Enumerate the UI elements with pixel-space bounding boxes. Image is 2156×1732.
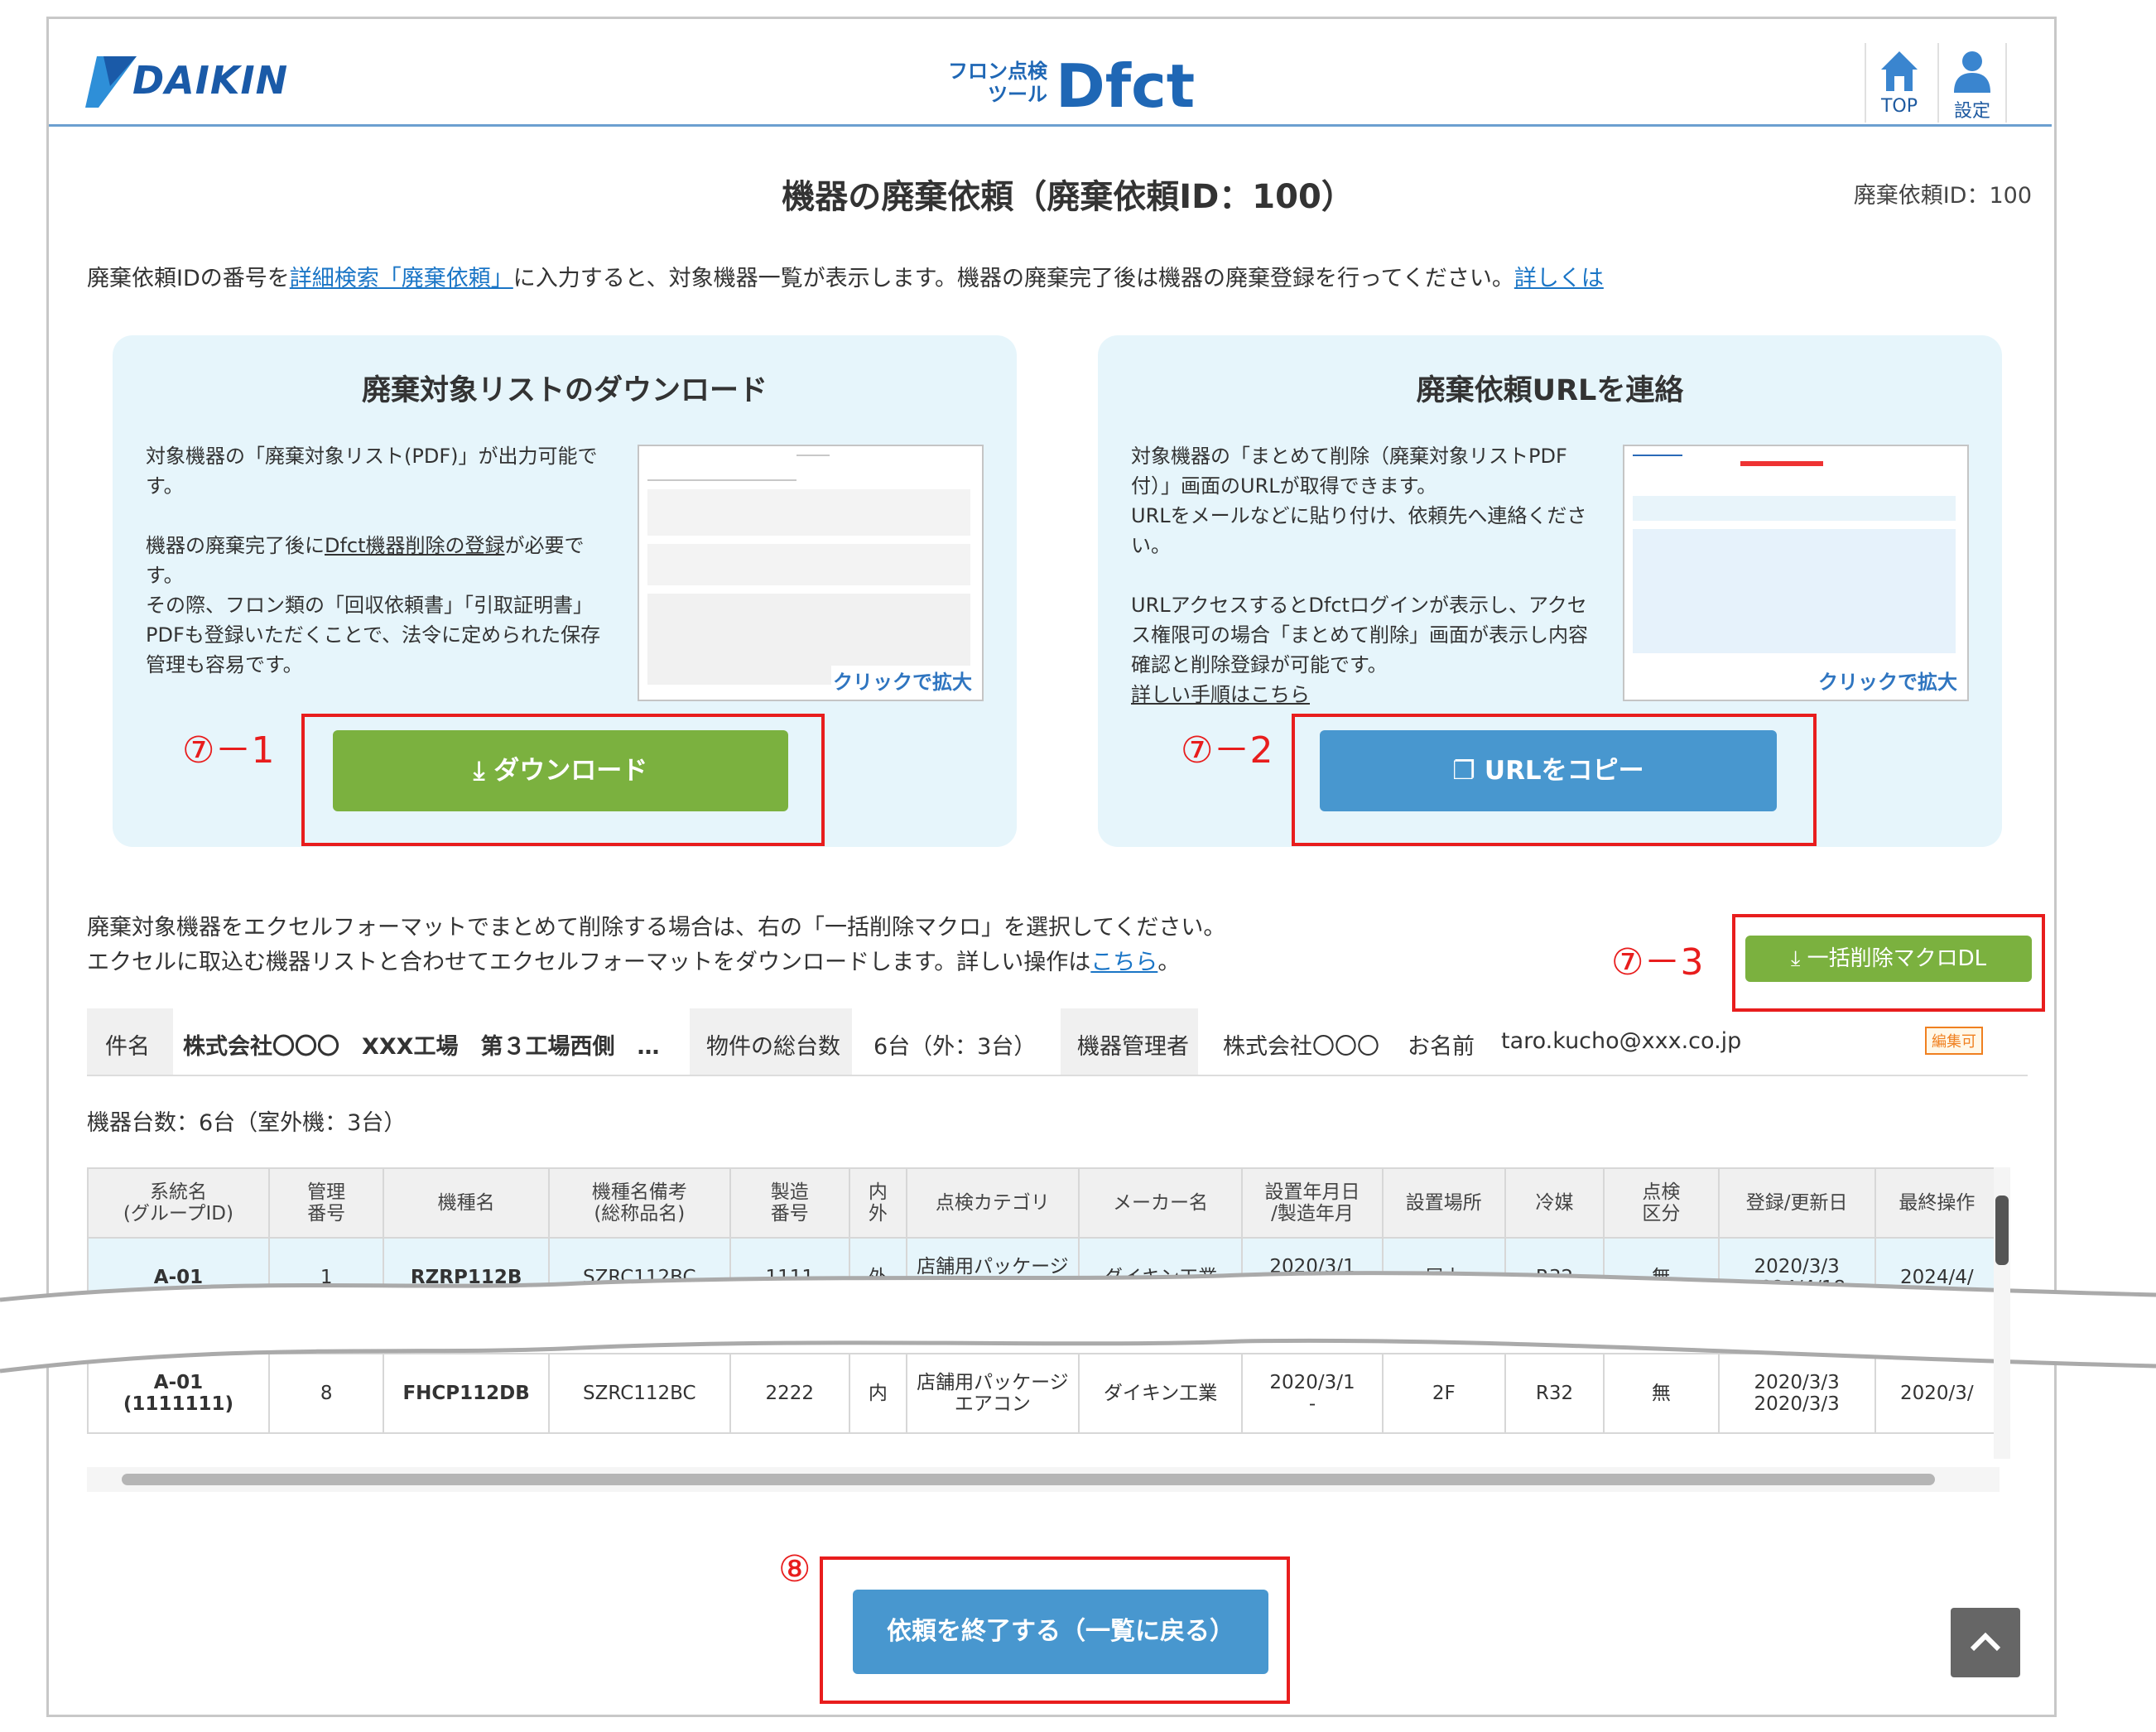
table-header-cell: 系統名 (グループID) xyxy=(87,1167,270,1239)
download-text3: その際、フロン類の「回収依頼書」「引取証明書」PDFも登録いただくことで、法令に… xyxy=(146,594,601,676)
scroll-to-top-button[interactable] xyxy=(1951,1608,2020,1677)
page-title: 機器の廃棄依頼（廃棄依頼ID：100） xyxy=(782,178,1355,216)
macro-help-link[interactable]: こちら xyxy=(1090,950,1157,975)
macro-text: 廃棄対象機器をエクセルフォーマットでまとめて削除する場合は、右の「一括削除マクロ… xyxy=(87,911,1225,980)
property-info-bar: 件名 株式会社〇〇〇 XXX工場 第３工場西側 … 物件の総台数 6台（外：3台… xyxy=(87,1008,2028,1076)
download-text2: 機器の廃棄完了後にDfct機器削除の登録が必要です。 xyxy=(146,531,609,590)
annotation-7-1: ⑦－1 xyxy=(182,729,275,772)
daikin-logo-text: DAIKIN xyxy=(132,58,289,103)
manager-label: 機器管理者 xyxy=(1077,1034,1189,1060)
manager-value: 株式会社〇〇〇 xyxy=(1223,1034,1379,1060)
brand-dfct: Dfct xyxy=(1056,51,1196,121)
highlight-box-7-1 xyxy=(301,714,825,846)
table-header-cell: 製造 番号 xyxy=(729,1167,850,1239)
table-header-cell: 内 外 xyxy=(848,1167,908,1239)
table-header-cell: 点検 区分 xyxy=(1603,1167,1720,1239)
total-value: 6台（外：3台） xyxy=(873,1034,1037,1060)
url-zoom-label: クリックで拡大 xyxy=(1817,666,1959,695)
url-panel-title: 廃棄依頼URLを連絡 xyxy=(1416,374,1684,407)
table-header-cell: 機種名備考 (総称品名) xyxy=(547,1167,731,1239)
home-icon xyxy=(1881,51,1918,91)
detail-search-link[interactable]: 詳細検索「廃棄依頼」 xyxy=(290,266,513,291)
total-label: 物件の総台数 xyxy=(706,1034,840,1060)
settings-button[interactable]: 設定 xyxy=(1937,43,2007,123)
url-panel-text: 対象機器の「まとめて削除（廃棄対象リストPDF付）」画面のURLが取得できます。… xyxy=(1131,441,1595,710)
top-button[interactable]: TOP xyxy=(1865,43,1932,123)
lead-post: に入力すると、対象機器一覧が表示します。機器の廃棄完了後は機器の廃棄登録を行って… xyxy=(513,266,1514,291)
name-value: taro.kucho@xxx.co.jp xyxy=(1501,1028,1742,1054)
table-header-cell: 登録/更新日 xyxy=(1717,1167,1876,1239)
url-text1: 対象機器の「まとめて削除（廃棄対象リストPDF付）」画面のURLが取得できます。 xyxy=(1131,445,1567,498)
download-text2-pre: 機器の廃棄完了後に xyxy=(146,534,325,557)
url-text3: URLアクセスするとDfctログインが表示し、アクセス権限可の場合「まとめて削除… xyxy=(1131,594,1588,676)
top-label: TOP xyxy=(1880,96,1918,117)
daikin-logo-mark-icon xyxy=(85,56,137,108)
macro-line2: エクセルに取込む機器リストと合わせてエクセルフォーマットをダウンロードします。詳… xyxy=(87,945,1225,980)
lead-text: 廃棄依頼IDの番号を詳細検索「廃棄依頼」に入力すると、対象機器一覧が表示します。… xyxy=(87,260,1604,292)
table-header-cell: 最終操作 xyxy=(1874,1167,2000,1239)
annotation-8: ⑧ xyxy=(778,1548,811,1590)
subject-label: 件名 xyxy=(105,1034,150,1060)
table-vertical-scrollbar[interactable] xyxy=(1994,1167,2010,1459)
screen-thumbnail[interactable]: クリックで拡大 xyxy=(1623,445,1969,701)
lead-pre: 廃棄依頼IDの番号を xyxy=(87,266,290,291)
dfct-delete-link[interactable]: Dfct機器削除の登録 xyxy=(325,534,505,557)
request-id: 廃棄依頼ID：100 xyxy=(1853,183,2032,209)
device-count: 機器台数：6台（室外機：3台） xyxy=(87,1110,407,1136)
download-panel-title: 廃棄対象リストのダウンロード xyxy=(361,374,768,407)
settings-label: 設定 xyxy=(1953,101,1990,122)
annotation-7-2: ⑦－2 xyxy=(1181,729,1273,772)
highlight-box-7-3 xyxy=(1732,914,2045,1012)
header-divider xyxy=(49,124,2052,127)
annotation-7-3: ⑦－3 xyxy=(1611,941,1704,984)
table-header-cell: 冷媒 xyxy=(1504,1167,1605,1239)
editable-badge: 編集可 xyxy=(1925,1027,1983,1055)
download-zoom-label: クリックで拡大 xyxy=(831,666,974,695)
download-panel-text: 対象機器の「廃棄対象リスト(PDF)」が出力可能です。 機器の廃棄完了後にDfc… xyxy=(146,441,609,680)
macro-line1: 廃棄対象機器をエクセルフォーマットでまとめて削除する場合は、右の「一括削除マクロ… xyxy=(87,915,1226,941)
more-info-link[interactable]: 詳しくは xyxy=(1514,266,1604,291)
table-header-cell: 管理 番号 xyxy=(267,1167,385,1239)
url-text2: URLをメールなどに貼り付け、依頼先へ連絡ください。 xyxy=(1131,504,1587,557)
table-horizontal-scrollbar[interactable] xyxy=(87,1467,2000,1492)
table-header-cell: 点検カテゴリ xyxy=(906,1167,1080,1239)
user-icon xyxy=(1954,51,1990,93)
name-label: お名前 xyxy=(1408,1034,1475,1060)
highlight-box-7-2 xyxy=(1292,714,1817,846)
pdf-thumbnail[interactable]: クリックで拡大 xyxy=(638,445,984,701)
subject-value: 株式会社〇〇〇 XXX工場 第３工場西側 … xyxy=(183,1034,660,1060)
detailed-steps-link[interactable]: 詳しい手順はこちら xyxy=(1131,683,1310,706)
macro-line2-post: 。 xyxy=(1157,950,1181,975)
table-header-cell: 機種名 xyxy=(383,1167,550,1239)
download-text1: 対象機器の「廃棄対象リスト(PDF)」が出力可能です。 xyxy=(146,445,598,498)
macro-line2-pre: エクセルに取込む機器リストと合わせてエクセルフォーマットをダウンロードします。詳… xyxy=(87,950,1091,975)
table-break-mark xyxy=(0,1271,2156,1374)
brand-subtitle: フロン点検 ツール xyxy=(948,60,1047,106)
chevron-up-icon xyxy=(1970,1632,2001,1652)
table-header-cell: 設置年月日 /製造年月 xyxy=(1241,1167,1384,1239)
table-header-cell: メーカー名 xyxy=(1077,1167,1244,1239)
table-header-row: 系統名 (グループID) 管理 番号 機種名 機種名備考 (総称品名) 製造 番号内 外… xyxy=(87,1167,2000,1239)
highlight-box-8 xyxy=(820,1556,1290,1704)
table-header-cell: 設置場所 xyxy=(1381,1167,1507,1239)
